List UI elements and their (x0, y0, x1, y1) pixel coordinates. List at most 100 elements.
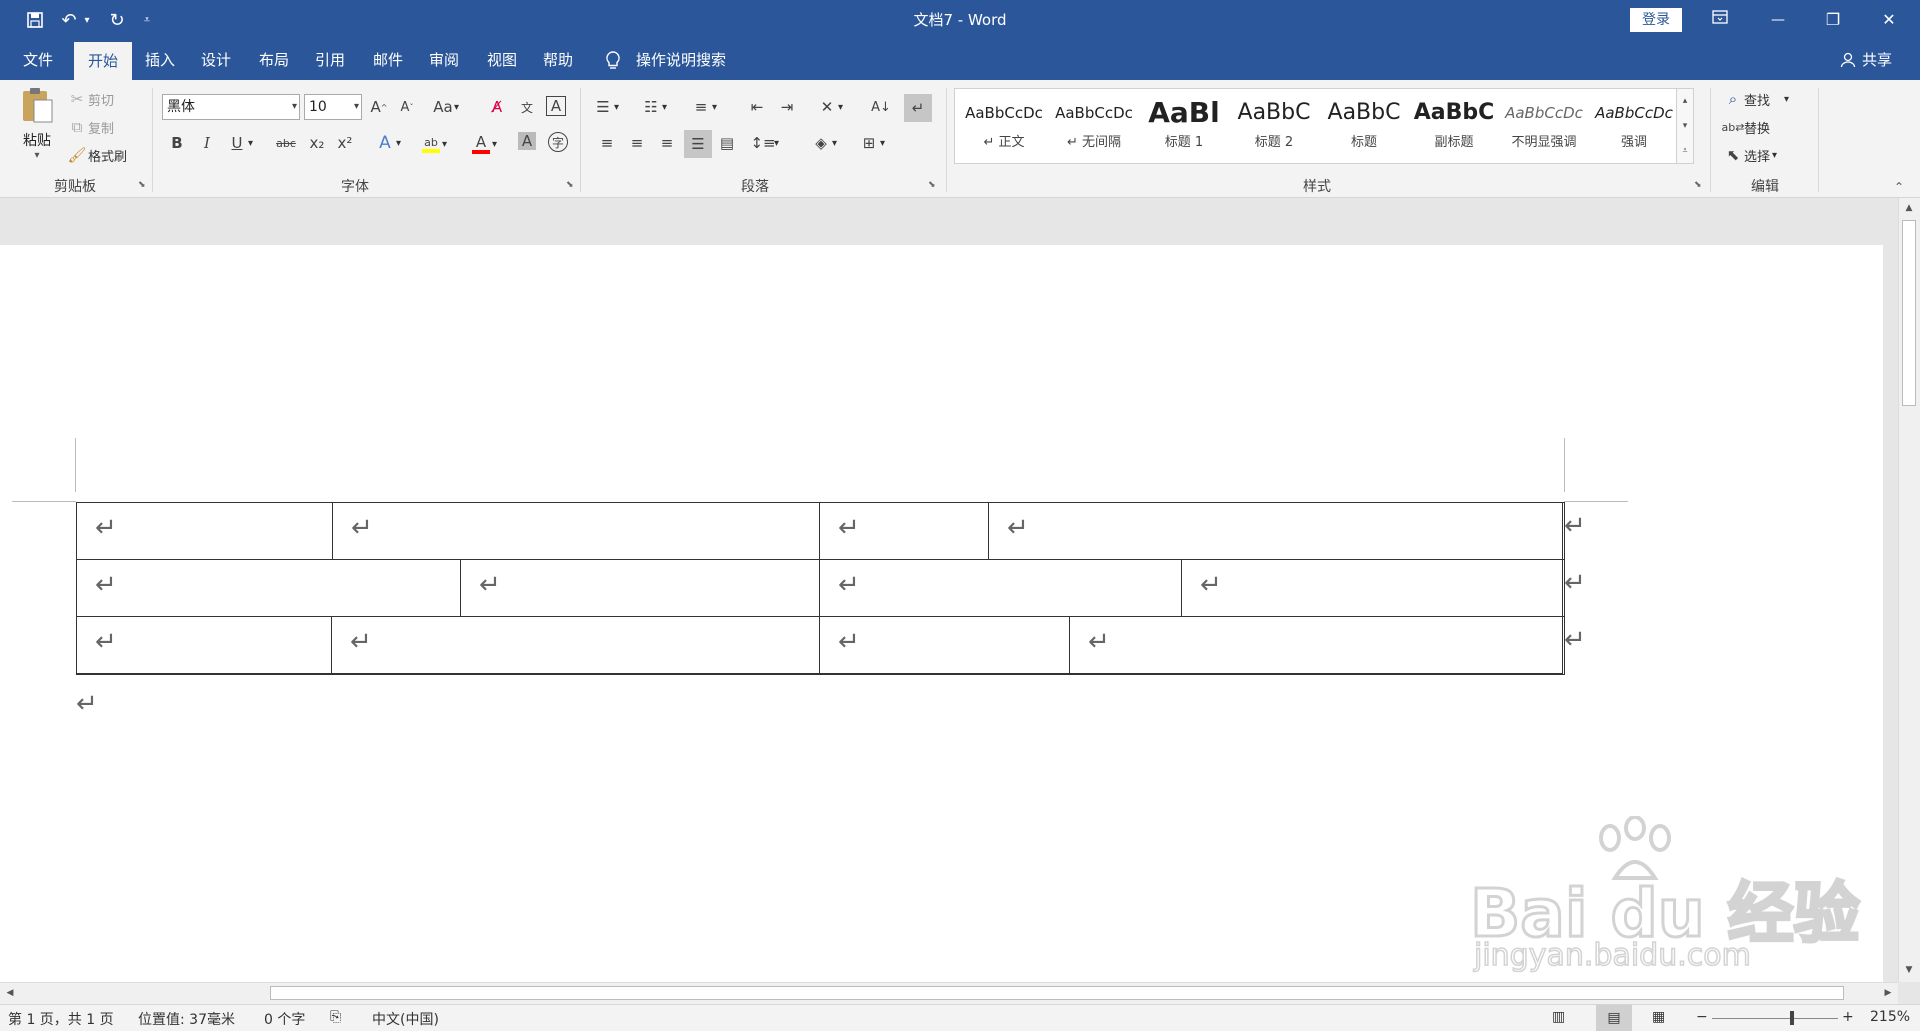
table-cell[interactable]: ↵ (332, 502, 820, 560)
tab-references[interactable]: 引用 (312, 40, 348, 80)
document-page[interactable]: ↵ ↵ ↵ ↵ ↵ ↵ ↵ ↵ ↵ ↵ ↵ ↵ ↵ ↵ ↵ ↵ Bai du 经… (0, 245, 1883, 982)
select-button[interactable]: ⬉ 选择 ▾ (1722, 144, 1777, 166)
zoom-in-icon[interactable]: + (1842, 1009, 1854, 1025)
align-center-button[interactable]: ≡ (626, 132, 648, 154)
style-subtle-emphasis[interactable]: AaBbCcDc 不明显强调 (1499, 95, 1589, 161)
print-layout-icon[interactable]: ▤ (1596, 1005, 1632, 1031)
restore-button[interactable]: ❐ (1810, 0, 1856, 40)
zoom-slider[interactable] (1712, 1018, 1838, 1019)
phonetic-guide-button[interactable]: 文 (516, 96, 538, 118)
table-cell[interactable]: ↵ (76, 616, 332, 675)
table-cell[interactable]: ↵ (819, 616, 1070, 675)
collapse-ribbon-icon[interactable]: ⌃ (1894, 180, 1904, 194)
table-cell[interactable]: ↵ (1181, 559, 1565, 617)
table-cell[interactable]: ↵ (819, 559, 1182, 617)
enclose-characters-button[interactable]: A (546, 96, 566, 116)
tab-layout[interactable]: 布局 (256, 40, 292, 80)
scroll-up-icon[interactable]: ▲ (1901, 200, 1917, 216)
styles-launcher-icon[interactable]: ⬊ (1694, 180, 1702, 190)
style-no-spacing[interactable]: AaBbCcDc ↵ 无间隔 (1049, 95, 1139, 161)
ribbon-display-icon[interactable] (1700, 0, 1740, 40)
distributed-button[interactable]: ▤ (716, 132, 738, 154)
superscript-button[interactable]: x² (334, 132, 356, 154)
decrease-indent-button[interactable]: ⇤ (746, 96, 768, 118)
strikethrough-button[interactable]: abc (272, 132, 300, 154)
show-hide-marks-button[interactable]: ↵ (904, 94, 932, 122)
text-effects-button[interactable]: A ▾ (374, 132, 401, 154)
styles-scroll[interactable]: ▴ ▾ ⩡ (1676, 88, 1694, 164)
format-painter-button[interactable]: 🖌 格式刷 (66, 144, 127, 166)
table-cell[interactable]: ↵ (76, 559, 461, 617)
increase-indent-button[interactable]: ⇥ (776, 96, 798, 118)
language[interactable]: 中文(中国) (372, 1009, 439, 1029)
tab-insert[interactable]: 插入 (142, 40, 178, 80)
page-count[interactable]: 第 1 页，共 1 页 (8, 1009, 114, 1029)
position-value[interactable]: 位置值: 37毫米 (138, 1009, 235, 1029)
shrink-font-button[interactable]: Aˇ (396, 96, 418, 118)
read-mode-icon[interactable]: ▥ (1552, 1009, 1565, 1025)
table-cell[interactable]: ↵ (988, 502, 1565, 560)
style-title[interactable]: AaBbC 标题 (1319, 95, 1409, 161)
change-case-button[interactable]: Aa ▾ (432, 96, 459, 118)
sort-button[interactable]: A↓ (870, 96, 892, 118)
web-layout-icon[interactable]: ▦ (1652, 1009, 1665, 1025)
tab-home[interactable]: 开始 (74, 42, 132, 80)
tab-design[interactable]: 设计 (198, 40, 234, 80)
scroll-down-icon[interactable]: ▼ (1901, 962, 1917, 978)
tab-mailings[interactable]: 邮件 (370, 40, 406, 80)
multilevel-list-button[interactable]: ≡ ▾ (690, 96, 717, 118)
horizontal-scrollbar[interactable]: ◀ ▶ (0, 982, 1898, 1004)
share-button[interactable]: 共享 (1862, 40, 1892, 80)
chevron-down-icon[interactable]: ▾ (1677, 114, 1693, 139)
shading-button[interactable]: ◈ ▾ (810, 132, 837, 154)
zoom-level[interactable]: 215% (1870, 1009, 1910, 1025)
bold-button[interactable]: B (166, 132, 188, 154)
paste-button[interactable]: 粘贴 ▾ (14, 86, 60, 166)
font-launcher-icon[interactable]: ⬊ (566, 180, 574, 190)
undo-icon[interactable]: ↶ (56, 8, 82, 32)
table-cell[interactable]: ↵ (76, 502, 333, 560)
align-right-button[interactable]: ≡ (656, 132, 678, 154)
style-heading-1[interactable]: AaBl 标题 1 (1139, 95, 1229, 161)
scroll-right-icon[interactable]: ▶ (1880, 985, 1896, 1001)
customize-qat-icon[interactable]: ⩡ (140, 8, 154, 32)
character-shading-button[interactable]: A (518, 132, 536, 150)
numbering-button[interactable]: ☷ ▾ (640, 96, 667, 118)
chevron-down-icon[interactable]: ▾ (354, 95, 359, 119)
more-styles-icon[interactable]: ⩡ (1677, 139, 1693, 164)
align-left-button[interactable]: ≡ (596, 132, 618, 154)
tell-me-search[interactable]: 操作说明搜索 (636, 40, 726, 80)
font-family-combo[interactable]: 黑体 ▾ (162, 94, 300, 120)
login-button[interactable]: 登录 (1630, 8, 1682, 32)
font-size-combo[interactable]: 10 ▾ (304, 94, 362, 120)
justify-button[interactable]: ☰ (684, 130, 712, 158)
chevron-up-icon[interactable]: ▴ (1677, 89, 1693, 114)
horizontal-scroll-thumb[interactable] (270, 986, 1844, 1000)
save-icon[interactable] (22, 8, 48, 32)
copy-button[interactable]: ⧉ 复制 (66, 116, 114, 138)
enclosed-character-button[interactable]: 字 (548, 132, 568, 152)
clear-formatting-button[interactable]: A̸ (486, 96, 508, 118)
scroll-left-icon[interactable]: ◀ (2, 985, 18, 1001)
paragraph-launcher-icon[interactable]: ⬊ (928, 180, 936, 190)
style-subtitle[interactable]: AaBbC 副标题 (1409, 95, 1499, 161)
style-normal[interactable]: AaBbCcDc ↵ 正文 (959, 95, 1049, 161)
bullets-button[interactable]: ☰ ▾ (592, 96, 619, 118)
word-count[interactable]: 0 个字 (264, 1009, 305, 1029)
subscript-button[interactable]: x₂ (306, 132, 328, 154)
find-button[interactable]: ⌕ 查找 ▾ (1722, 88, 1789, 110)
italic-button[interactable]: I (196, 132, 218, 154)
chevron-down-icon[interactable]: ▾ (292, 95, 297, 119)
vertical-scrollbar[interactable]: ▲ ▼ (1898, 198, 1920, 982)
tab-view[interactable]: 视图 (484, 40, 520, 80)
document-table[interactable]: ↵ ↵ ↵ ↵ ↵ ↵ ↵ ↵ ↵ ↵ ↵ ↵ (76, 502, 1565, 675)
table-cell[interactable]: ↵ (460, 559, 820, 617)
zoom-slider-thumb[interactable] (1790, 1011, 1794, 1025)
font-color-button[interactable]: A ▾ (470, 132, 497, 156)
paste-dropdown-icon[interactable]: ▾ (14, 150, 60, 161)
table-cell[interactable]: ↵ (1069, 616, 1565, 675)
asian-layout-button[interactable]: ✕ ▾ (816, 96, 843, 118)
table-cell[interactable]: ↵ (331, 616, 820, 675)
minimize-button[interactable]: — (1755, 0, 1801, 40)
proofing-icon[interactable]: ⎘ (330, 1009, 341, 1025)
